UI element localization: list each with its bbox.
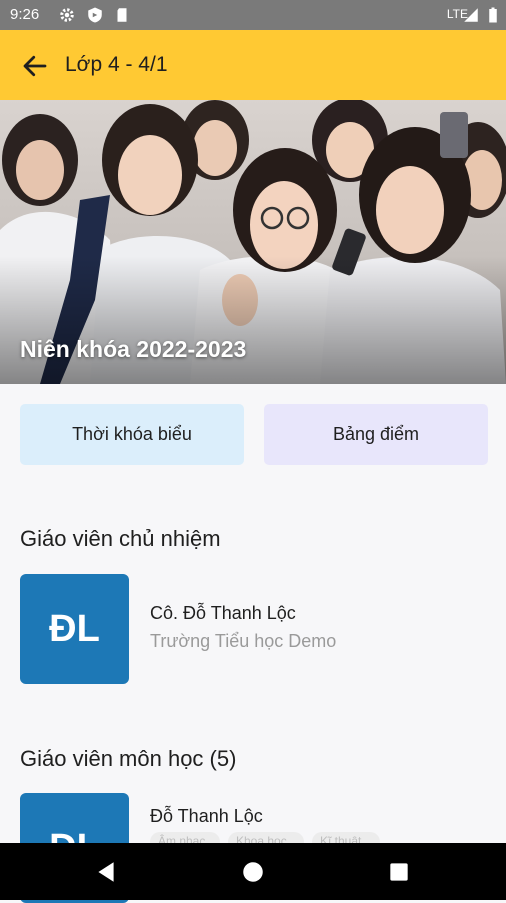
page-title: Lớp 4 - 4/1 [65, 53, 168, 76]
homeroom-section-title: Giáo viên chủ nhiệm [20, 526, 221, 551]
signal-icon [464, 8, 478, 22]
timetable-label: Thời khóa biểu [72, 424, 192, 444]
homeroom-teacher-school: Trường Tiểu học Demo [150, 631, 337, 651]
app-bar: Lớp 4 - 4/1 [0, 30, 506, 100]
system-nav-bar [0, 843, 506, 900]
back-arrow-icon[interactable] [20, 51, 50, 81]
timetable-button[interactable]: Thời khóa biểu [20, 404, 244, 465]
grades-label: Bảng điểm [332, 424, 420, 444]
nav-home-icon[interactable] [240, 859, 266, 885]
subject-teacher-name[interactable]: Đỗ Thanh Lộc [150, 806, 263, 827]
grades-button[interactable]: Bảng điểm [264, 404, 488, 465]
status-time: 9:26 [10, 6, 40, 23]
school-year-caption: Niên khóa 2022-2023 [20, 336, 247, 362]
settings-icon [60, 8, 74, 22]
hero-banner: Niên khóa 2022-2023 [0, 100, 506, 384]
nav-recents-icon[interactable] [386, 859, 412, 885]
battery-icon [489, 7, 497, 23]
subject-teachers-section-title: Giáo viên môn học (5) [20, 746, 237, 771]
status-bar: 9:26 LTE [0, 0, 506, 30]
homeroom-avatar[interactable]: ĐL [20, 574, 129, 684]
sd-card-icon [117, 8, 127, 22]
shield-icon [88, 7, 102, 23]
nav-back-icon[interactable] [93, 859, 119, 885]
homeroom-teacher-name[interactable]: Cô. Đỗ Thanh Lộc [150, 603, 296, 624]
avatar-initials: ĐL [49, 607, 100, 650]
